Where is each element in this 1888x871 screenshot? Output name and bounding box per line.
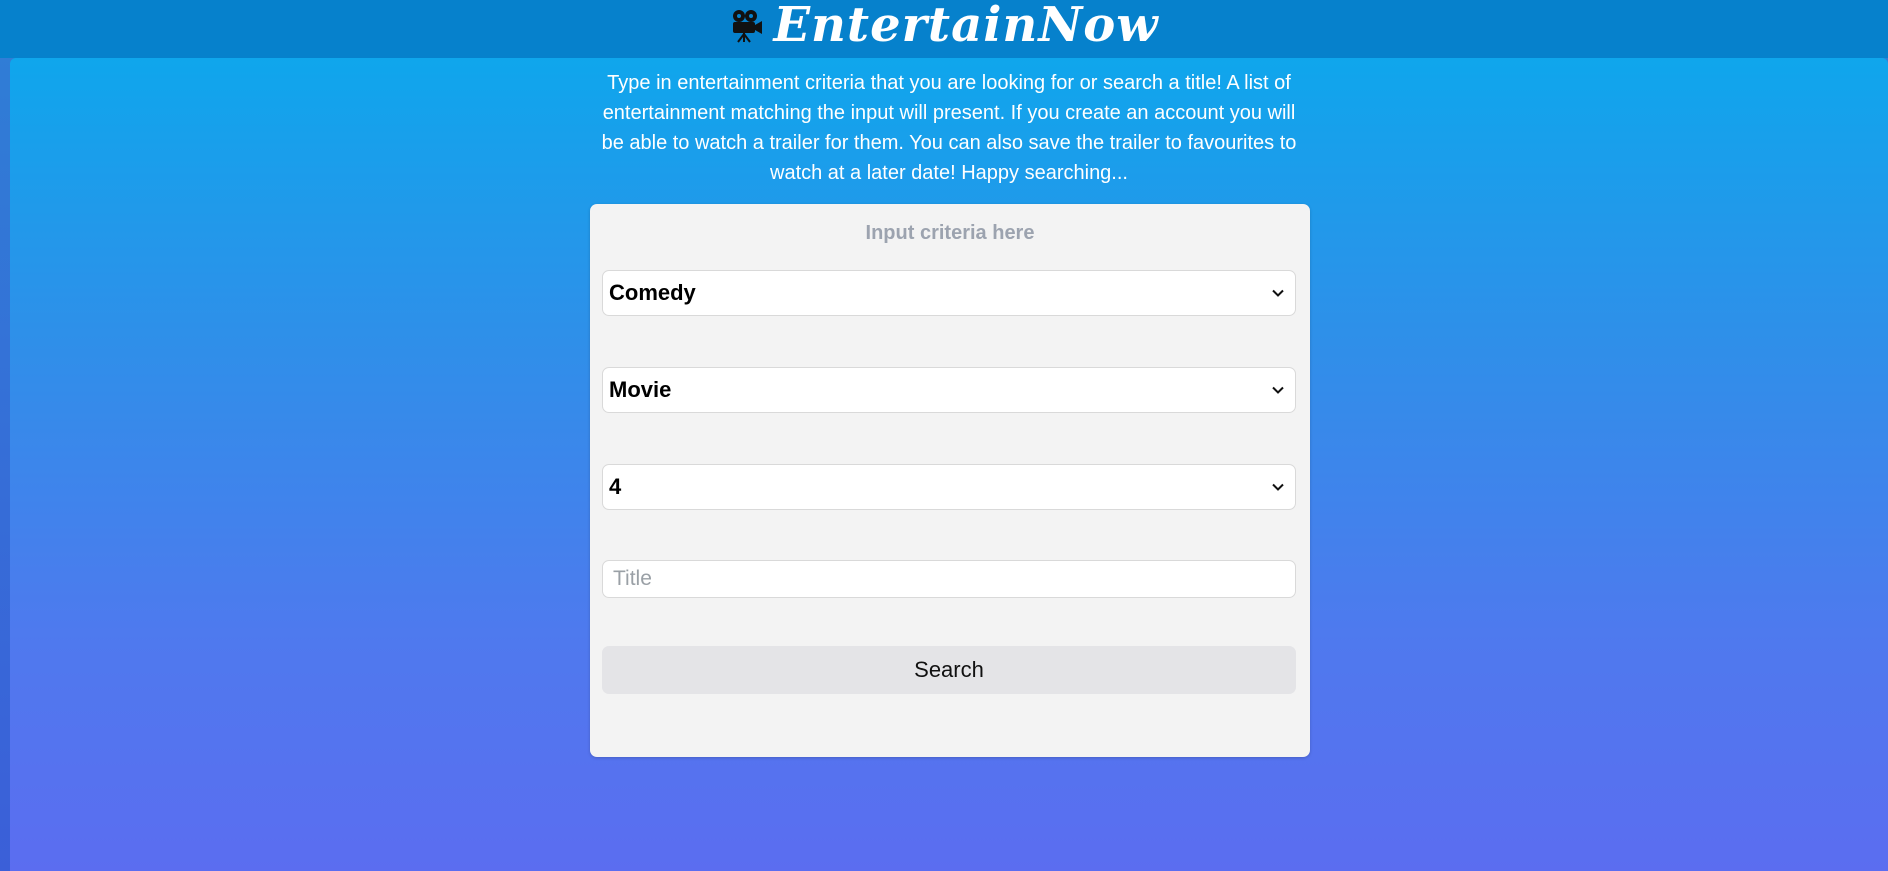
search-button[interactable]: Search [602,646,1296,694]
intro-text: Type in entertainment criteria that you … [601,72,1297,184]
type-select-value: Movie [609,377,672,402]
genre-select-value: Comedy [609,280,696,305]
rating-select[interactable]: 4 [602,464,1296,510]
chevron-down-icon [1272,483,1284,491]
chevron-down-icon [1272,386,1284,394]
type-select[interactable]: Movie [602,367,1296,413]
rating-select-value: 4 [609,474,622,499]
brand: EntertainNow [0,0,1888,50]
movie-camera-icon [733,10,763,43]
app-header: EntertainNow [0,0,1888,58]
chevron-down-icon [1272,289,1284,297]
title-input[interactable] [602,560,1296,598]
panel-heading: Input criteria here [865,222,1035,244]
search-panel: Input criteria here Comedy Movie 4 Searc… [590,204,1310,757]
app-title: EntertainNow [773,0,1159,53]
genre-select[interactable]: Comedy [602,270,1296,316]
